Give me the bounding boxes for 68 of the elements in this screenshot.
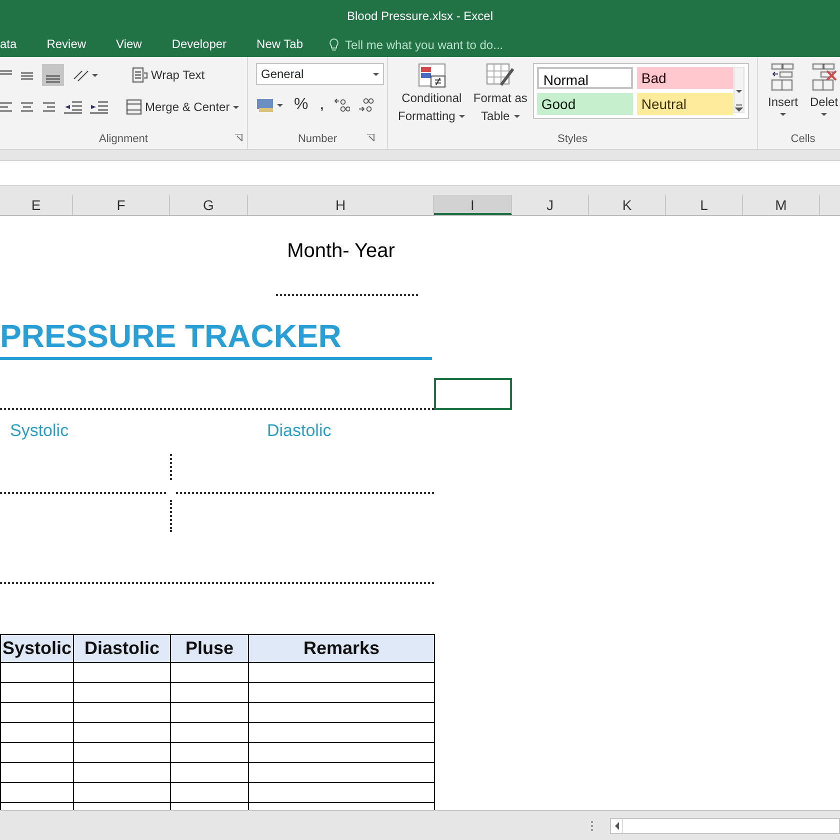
- caret-icon: [459, 114, 466, 118]
- caret-icon: [821, 113, 828, 116]
- insert-cells-icon: [770, 63, 796, 91]
- cell-style-option[interactable]: Bad: [637, 67, 734, 89]
- ribbon-tab[interactable]: Review: [34, 32, 98, 57]
- ribbon-tab[interactable]: ata: [0, 32, 29, 57]
- diastolic-label: Diastolic: [267, 420, 332, 442]
- month-year-label: Month- Year: [287, 239, 395, 264]
- currency-icon[interactable]: [256, 97, 284, 113]
- table-brush-icon: [485, 63, 516, 89]
- lightbulb-icon: [329, 38, 340, 52]
- align-bottom-icon[interactable]: [42, 64, 64, 86]
- increase-indent-icon[interactable]: [90, 100, 108, 114]
- conditional-formatting-icon: [416, 63, 447, 89]
- column-header[interactable]: G: [170, 195, 248, 215]
- dialog-launcher-icon[interactable]: [235, 134, 243, 142]
- selected-cell[interactable]: [434, 378, 512, 410]
- splitter-icon[interactable]: [590, 820, 594, 832]
- ribbon-button[interactable]: Delet: [808, 63, 840, 116]
- tell-me-field[interactable]: Tell me what you want to do...: [343, 34, 544, 54]
- caret-icon: [780, 113, 786, 116]
- wrap-text-icon: [132, 67, 148, 83]
- column-header[interactable]: M: [743, 195, 820, 215]
- merge-cells-icon: [126, 99, 142, 115]
- column-header[interactable]: I: [434, 195, 512, 215]
- increase-decimal-icon[interactable]: [334, 97, 350, 113]
- group-label: Alignment: [99, 132, 148, 146]
- group-label: Styles: [558, 132, 588, 144]
- ribbon-tab[interactable]: View: [104, 32, 154, 57]
- column-header[interactable]: E: [0, 195, 73, 215]
- column-heading: Systolic: [0, 634, 74, 662]
- column-heading: Pluse: [170, 634, 248, 662]
- comma-style-button[interactable]: ,: [318, 96, 326, 114]
- align-right-icon[interactable]: [42, 100, 56, 114]
- column-header[interactable]: F: [73, 195, 170, 215]
- tracker-title: PRESSURE TRACKER: [0, 318, 432, 360]
- column-header[interactable]: L: [666, 195, 743, 215]
- cell-style-option[interactable]: Good: [537, 93, 634, 115]
- cell-style-option[interactable]: Normal: [537, 67, 634, 89]
- cell-style-option[interactable]: Neutral: [637, 93, 734, 115]
- decrease-decimal-icon[interactable]: [358, 97, 374, 113]
- group-label: Number: [298, 132, 338, 146]
- caret-icon: [232, 106, 239, 108]
- window-title: Blood Pressure.xlsx - Excel: [346, 8, 494, 25]
- column-header[interactable]: K: [589, 195, 666, 215]
- systolic-label: Systolic: [10, 420, 70, 442]
- number-format-dropdown[interactable]: General: [256, 63, 384, 85]
- ribbon-button[interactable]: Insert: [766, 63, 800, 116]
- percent-button[interactable]: %: [292, 93, 310, 117]
- decrease-indent-icon[interactable]: [64, 100, 82, 114]
- dialog-launcher-icon[interactable]: [367, 134, 375, 142]
- ribbon-tab[interactable]: Developer: [160, 32, 239, 57]
- ribbon-button[interactable]: Conditional Formatting: [396, 63, 468, 125]
- merge-center-button[interactable]: Merge & Center: [124, 98, 241, 116]
- wrap-text-button[interactable]: Wrap Text: [130, 66, 207, 84]
- caret-icon: [373, 72, 379, 76]
- delete-cells-icon: [811, 63, 838, 91]
- caret-icon: [514, 114, 520, 118]
- gallery-scroll-icon[interactable]: [733, 67, 746, 113]
- column-heading: Diastolic: [74, 634, 170, 662]
- column-heading: Remarks: [248, 634, 434, 662]
- align-center-icon[interactable]: [20, 100, 34, 114]
- column-header[interactable]: J: [512, 195, 589, 215]
- group-label: Cells: [790, 132, 816, 144]
- ribbon-button[interactable]: Format as Table: [471, 63, 530, 125]
- horizontal-scrollbar[interactable]: [610, 818, 840, 834]
- ribbon-tab[interactable]: New Tab: [244, 32, 316, 57]
- align-left-icon[interactable]: [0, 100, 12, 114]
